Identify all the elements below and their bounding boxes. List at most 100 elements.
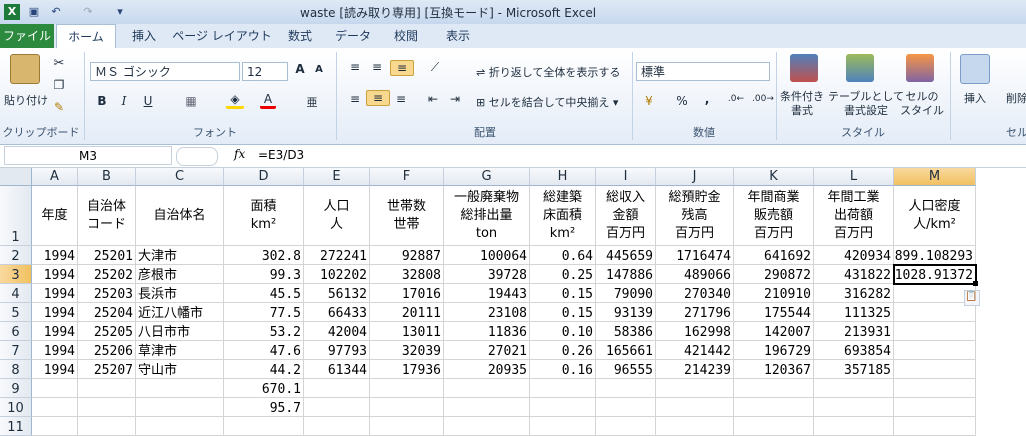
- cell-styles-icon[interactable]: [906, 54, 934, 82]
- column-header[interactable]: A: [32, 168, 78, 186]
- table-cell[interactable]: [814, 379, 894, 398]
- format-painter-icon[interactable]: ✎: [50, 100, 68, 116]
- table-cell[interactable]: 25204: [78, 303, 136, 322]
- table-cell[interactable]: 100064: [444, 246, 530, 265]
- table-cell[interactable]: 0.26: [530, 341, 596, 360]
- increase-decimal-icon[interactable]: .0←: [726, 94, 746, 104]
- table-cell[interactable]: [596, 417, 656, 436]
- table-cell[interactable]: 25201: [78, 246, 136, 265]
- table-cell[interactable]: 0.15: [530, 284, 596, 303]
- cut-icon[interactable]: ✂: [50, 56, 68, 72]
- table-cell[interactable]: 44.2: [224, 360, 304, 379]
- table-cell[interactable]: [894, 322, 976, 341]
- table-cell[interactable]: 213931: [814, 322, 894, 341]
- align-middle-icon[interactable]: ≡: [368, 60, 386, 74]
- table-cell[interactable]: 165661: [596, 341, 656, 360]
- table-cell[interactable]: 11836: [444, 322, 530, 341]
- table-cell[interactable]: 45.5: [224, 284, 304, 303]
- table-cell[interactable]: 13011: [370, 322, 444, 341]
- header-cell[interactable]: 総建築 床面積 km²: [530, 186, 596, 246]
- header-cell[interactable]: 世帯数 世帯: [370, 186, 444, 246]
- table-cell[interactable]: [224, 417, 304, 436]
- table-cell[interactable]: [32, 379, 78, 398]
- table-cell[interactable]: 守山市: [136, 360, 224, 379]
- table-cell[interactable]: 25202: [78, 265, 136, 284]
- row-header[interactable]: 5: [0, 303, 32, 322]
- table-cell[interactable]: [304, 379, 370, 398]
- table-cell[interactable]: 93139: [596, 303, 656, 322]
- table-cell[interactable]: [444, 417, 530, 436]
- header-cell[interactable]: 面積 km²: [224, 186, 304, 246]
- table-cell[interactable]: [894, 398, 976, 417]
- table-cell[interactable]: 357185: [814, 360, 894, 379]
- table-cell[interactable]: 290872: [734, 265, 814, 284]
- row-header[interactable]: 10: [0, 398, 32, 417]
- table-cell[interactable]: [370, 398, 444, 417]
- table-cell[interactable]: 111325: [814, 303, 894, 322]
- delete-cells-button[interactable]: 削除: [1006, 90, 1026, 106]
- format-as-table-icon[interactable]: [846, 54, 874, 82]
- table-cell[interactable]: 162998: [656, 322, 734, 341]
- table-cell[interactable]: [136, 417, 224, 436]
- insert-function-button[interactable]: fx: [234, 147, 245, 161]
- tab-page-layout[interactable]: ページ レイアウト: [172, 24, 272, 48]
- table-cell[interactable]: 大津市: [136, 246, 224, 265]
- table-cell[interactable]: 1716474: [656, 246, 734, 265]
- table-cell[interactable]: 20111: [370, 303, 444, 322]
- align-top-icon[interactable]: ≡: [346, 60, 364, 74]
- number-format-dropdown[interactable]: 標準: [636, 62, 770, 81]
- table-cell[interactable]: 61344: [304, 360, 370, 379]
- table-cell[interactable]: [78, 398, 136, 417]
- table-cell[interactable]: 彦根市: [136, 265, 224, 284]
- table-cell[interactable]: 99.3: [224, 265, 304, 284]
- align-center-icon[interactable]: ≡: [366, 90, 390, 106]
- column-header[interactable]: H: [530, 168, 596, 186]
- header-cell[interactable]: 年間商業 販売額 百万円: [734, 186, 814, 246]
- conditional-formatting-button[interactable]: 条件付き 書式: [780, 90, 824, 118]
- table-cell[interactable]: 147886: [596, 265, 656, 284]
- table-cell[interactable]: 210910: [734, 284, 814, 303]
- table-cell[interactable]: 56132: [304, 284, 370, 303]
- shrink-font-icon[interactable]: A: [312, 64, 326, 75]
- table-cell[interactable]: 272241: [304, 246, 370, 265]
- table-cell[interactable]: [32, 417, 78, 436]
- table-cell[interactable]: [530, 417, 596, 436]
- table-cell[interactable]: [894, 341, 976, 360]
- tab-insert[interactable]: 挿入: [124, 24, 164, 48]
- align-right-icon[interactable]: ≡: [392, 92, 410, 106]
- table-cell[interactable]: 431822: [814, 265, 894, 284]
- orientation-icon[interactable]: ⟋: [424, 60, 446, 75]
- formula-input[interactable]: =E3/D3: [258, 148, 304, 162]
- table-cell[interactable]: [814, 398, 894, 417]
- table-cell[interactable]: [444, 379, 530, 398]
- table-cell[interactable]: 445659: [596, 246, 656, 265]
- table-cell[interactable]: 25206: [78, 341, 136, 360]
- table-cell[interactable]: 1994: [32, 303, 78, 322]
- header-cell[interactable]: 年間工業 出荷額 百万円: [814, 186, 894, 246]
- header-cell[interactable]: 自治体名: [136, 186, 224, 246]
- bold-button[interactable]: B: [94, 94, 110, 108]
- table-cell[interactable]: 95.7: [224, 398, 304, 417]
- header-cell[interactable]: 総預貯金 残高 百万円: [656, 186, 734, 246]
- align-bottom-icon[interactable]: ≡: [390, 60, 414, 76]
- tab-formulas[interactable]: 数式: [280, 24, 320, 48]
- table-cell[interactable]: 32808: [370, 265, 444, 284]
- excel-logo-icon[interactable]: X: [4, 4, 20, 20]
- table-cell[interactable]: 53.2: [224, 322, 304, 341]
- table-cell[interactable]: 19443: [444, 284, 530, 303]
- paste-icon[interactable]: [10, 54, 40, 84]
- table-cell[interactable]: [304, 417, 370, 436]
- table-cell[interactable]: 96555: [596, 360, 656, 379]
- table-cell[interactable]: [32, 398, 78, 417]
- table-cell[interactable]: 77.5: [224, 303, 304, 322]
- column-header[interactable]: B: [78, 168, 136, 186]
- tab-review[interactable]: 校閲: [386, 24, 426, 48]
- table-cell[interactable]: [78, 417, 136, 436]
- table-cell[interactable]: [894, 360, 976, 379]
- table-cell[interactable]: [596, 398, 656, 417]
- table-cell[interactable]: 47.6: [224, 341, 304, 360]
- table-cell[interactable]: 316282: [814, 284, 894, 303]
- table-cell[interactable]: 421442: [656, 341, 734, 360]
- table-cell[interactable]: [370, 417, 444, 436]
- table-cell[interactable]: 1994: [32, 360, 78, 379]
